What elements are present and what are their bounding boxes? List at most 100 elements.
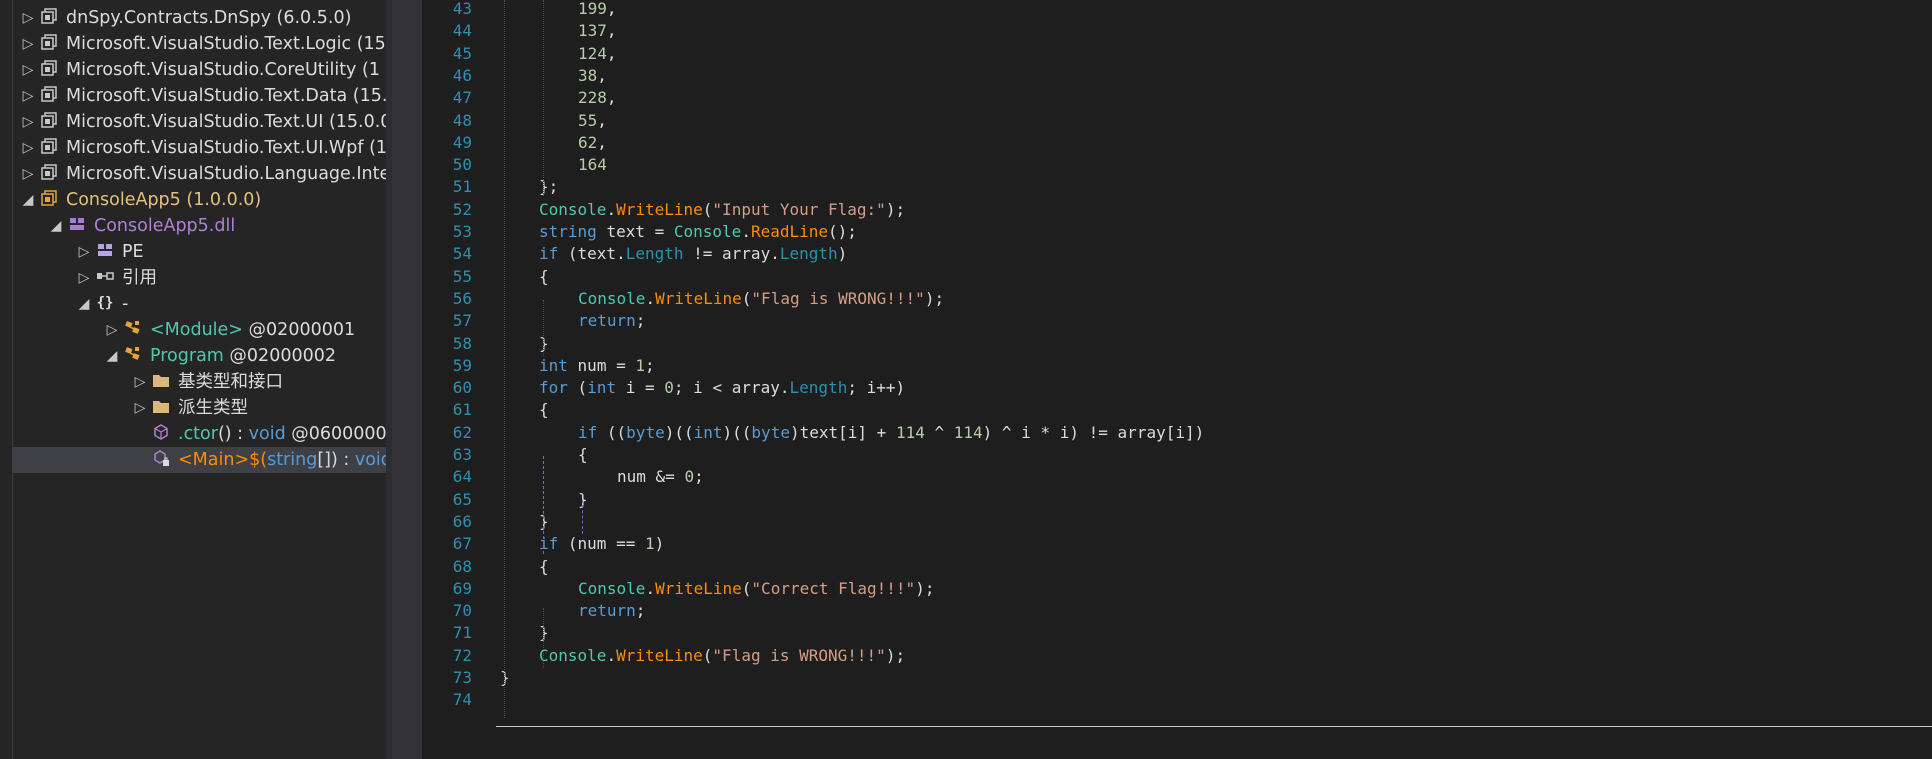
tree-node-label: Microsoft.VisualStudio.Text.Data	[66, 86, 348, 106]
code-text: int num = 1;	[539, 355, 655, 375]
line-number: 61	[452, 400, 472, 420]
end-of-document-line	[496, 726, 1932, 727]
line-number: 69	[452, 578, 472, 598]
expand-arrow-icon[interactable]: ▷	[20, 57, 36, 83]
tree-node-version: (15.	[352, 86, 386, 106]
code-text: Console.WriteLine("Input Your Flag:");	[539, 199, 906, 219]
code-text: return;	[578, 311, 646, 331]
tree-node-label: Microsoft.VisualStudio.Text.UI	[66, 112, 324, 132]
line-number: 67	[452, 534, 472, 554]
tree-node[interactable]: ▷ Microsoft.VisualStudio.CoreUtility (1	[20, 57, 380, 83]
line-number: 62	[452, 422, 472, 442]
code-text: num &= 0;	[617, 467, 704, 487]
tree-node-label: Microsoft.VisualStudio.Text.UI.Wpf	[66, 138, 364, 158]
assembly-icon	[40, 163, 58, 181]
code-text: 199,	[578, 0, 617, 18]
tree-node[interactable]: ▷ 基类型和接口	[132, 369, 283, 395]
method-token: @0600000	[285, 424, 386, 444]
tree-node-version: (15.0.0	[328, 112, 386, 132]
tree-node-version: (1	[369, 138, 386, 158]
line-number: 45	[452, 43, 472, 63]
method-return-type: void	[248, 424, 286, 444]
tree-node[interactable]: ▷ PE	[76, 239, 144, 265]
tree-node-label: 引用	[122, 268, 157, 288]
tree-node[interactable]: <Main>$(string[]) : void	[12, 447, 386, 473]
tree-node[interactable]: ◢ ConsoleApp5 (1.0.0.0)	[20, 187, 262, 213]
code-text: 124,	[578, 43, 617, 63]
tree-node[interactable]: ▷ 引用	[76, 265, 157, 291]
method-signature: () :	[217, 424, 249, 444]
tree-node[interactable]: ▷ Microsoft.VisualStudio.Text.UI (15.0.0	[20, 109, 386, 135]
tree-node-version: @02000002	[229, 346, 336, 366]
tree-node-label: <Module>	[150, 320, 243, 340]
method-arg-type: string	[267, 450, 318, 470]
method-return-type: void	[354, 450, 386, 470]
collapse-arrow-icon[interactable]: ◢	[48, 213, 64, 239]
expand-arrow-icon[interactable]: ▷	[20, 135, 36, 161]
tree-node[interactable]: .ctor() : void @0600000	[132, 421, 386, 447]
expand-arrow-icon[interactable]: ▷	[20, 31, 36, 57]
tree-node-label: 基类型和接口	[178, 372, 283, 392]
line-number: 65	[452, 489, 472, 509]
expand-arrow-icon[interactable]: ▷	[20, 5, 36, 31]
expand-arrow-icon[interactable]: ▷	[20, 161, 36, 187]
code-text: Console.WriteLine("Flag is WRONG!!!");	[578, 288, 945, 308]
code-editor[interactable]: 43 199, 44 137, 45 124, 46 38, 47 228, 48 55, 49 62, 5…	[422, 0, 1932, 759]
tree-node-label: Microsoft.VisualStudio.Language.Inte	[66, 164, 386, 184]
line-number: 49	[452, 132, 472, 152]
tree-node[interactable]: ▷ Microsoft.VisualStudio.Text.Logic (15	[20, 31, 386, 57]
assembly-icon	[40, 7, 58, 25]
method-icon	[152, 423, 170, 441]
expand-arrow-icon[interactable]: ▷	[104, 317, 120, 343]
folder-icon	[152, 371, 170, 389]
code-text: {	[539, 556, 549, 576]
code-text: };	[539, 177, 559, 197]
tree-node[interactable]: ▷ 派生类型	[132, 395, 248, 421]
module-icon	[68, 215, 86, 233]
code-text: string text = Console.ReadLine();	[539, 222, 857, 241]
expand-arrow-icon[interactable]: ▷	[132, 395, 148, 421]
expand-arrow-icon[interactable]: ▷	[20, 109, 36, 135]
method-signature-end: []) :	[317, 450, 355, 470]
expand-arrow-icon[interactable]: ▷	[76, 265, 92, 291]
tree-node[interactable]: ▷ Microsoft.VisualStudio.Language.Inte	[20, 161, 386, 187]
line-number: 68	[452, 556, 472, 576]
tree-node[interactable]: ▷ Microsoft.VisualStudio.Text.UI.Wpf (1	[20, 135, 386, 161]
indent-guide	[504, 0, 505, 718]
expand-arrow-icon[interactable]: ▷	[76, 239, 92, 265]
tree-node-label: -	[122, 294, 129, 314]
code-text: if (text.Length != array.Length)	[539, 244, 848, 264]
code-text: {	[539, 266, 549, 286]
code-text: Console.WriteLine("Correct Flag!!!");	[578, 578, 935, 598]
tree-node-version: (15	[356, 34, 386, 54]
expand-arrow-icon[interactable]: ▷	[20, 83, 36, 109]
code-text: for (int i = 0; i < array.Length; i++)	[539, 378, 906, 398]
tree-node[interactable]: ▷ dnSpy.Contracts.DnSpy (6.0.5.0)	[20, 5, 352, 31]
class-icon	[124, 319, 142, 337]
tree-node-label: dnSpy.Contracts.DnSpy	[66, 8, 271, 28]
code-text: {	[539, 400, 549, 420]
assembly-explorer[interactable]: ▷ dnSpy.Contracts.DnSpy (6.0.5.0) ▷ Microso…	[0, 0, 386, 759]
expand-arrow-icon[interactable]: ▷	[132, 369, 148, 395]
line-number: 73	[452, 668, 472, 687]
tree-node-version: (6.0.5.0)	[276, 8, 352, 28]
collapse-arrow-icon[interactable]: ◢	[76, 291, 92, 317]
tree-node-version: @02000001	[248, 320, 356, 340]
editor-margin	[392, 0, 422, 759]
collapse-arrow-icon[interactable]: ◢	[104, 343, 120, 369]
tree-node[interactable]: ◢ Program @02000002	[104, 343, 336, 369]
code-text: 137,	[578, 21, 617, 41]
indent-guide	[543, 0, 544, 196]
tree-node[interactable]: ◢ {} -	[76, 291, 129, 317]
assembly-open-icon	[40, 189, 58, 207]
line-number: 57	[452, 311, 472, 331]
namespace-icon: {}	[96, 293, 114, 311]
collapse-arrow-icon[interactable]: ◢	[20, 187, 36, 213]
pe-icon	[96, 241, 114, 259]
line-number: 54	[452, 244, 472, 264]
indent-guide	[582, 500, 583, 534]
tree-node[interactable]: ◢ ConsoleApp5.dll	[48, 213, 236, 239]
tree-node[interactable]: ▷ <Module> @02000001	[104, 317, 356, 343]
line-number: 48	[452, 110, 472, 130]
tree-node[interactable]: ▷ Microsoft.VisualStudio.Text.Data (15.	[20, 83, 386, 109]
